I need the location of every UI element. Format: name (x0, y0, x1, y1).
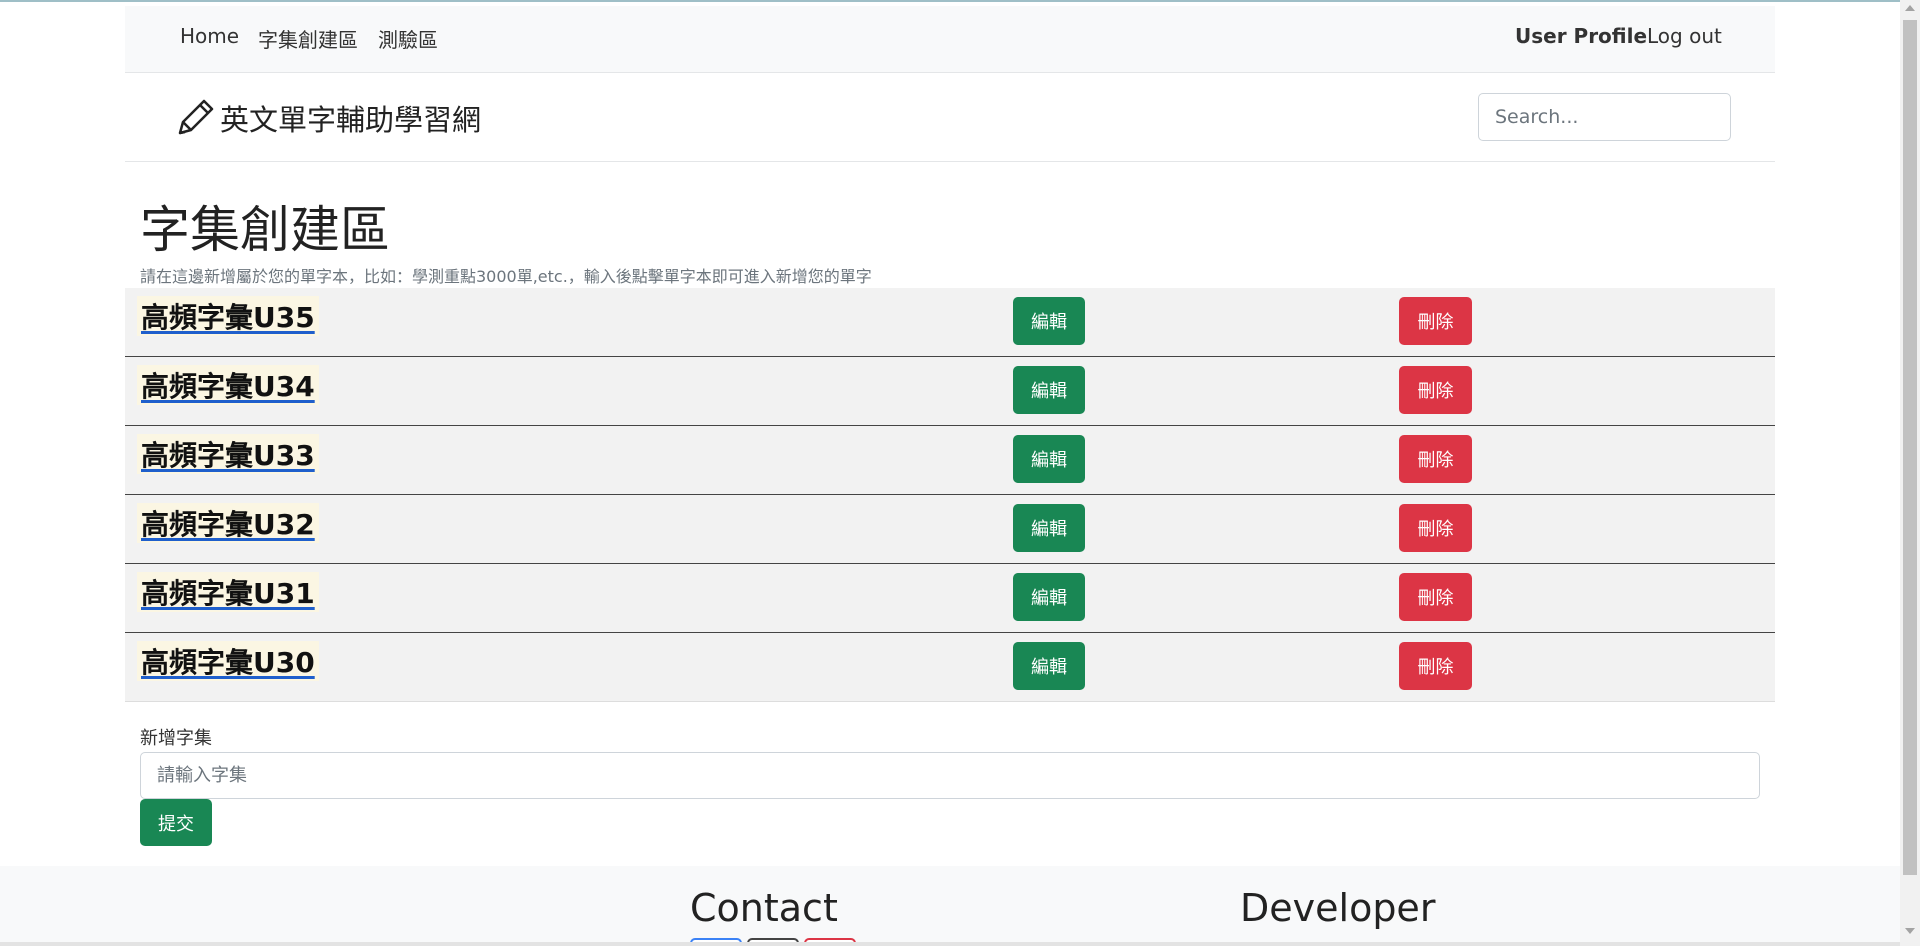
wordset-link[interactable]: 高頻字彙U34 (137, 365, 319, 405)
delete-button[interactable]: 刪除 (1399, 366, 1472, 414)
page-description: 請在這邊新增屬於您的單字本，比如：學測重點3000單,etc.，輸入後點擊單字本… (140, 267, 872, 286)
edit-button[interactable]: 編輯 (1013, 504, 1085, 552)
new-wordset-label: 新增字集 (140, 728, 212, 749)
delete-button[interactable]: 刪除 (1399, 504, 1472, 552)
wordset-link[interactable]: 高頻字彙U32 (137, 503, 319, 543)
wordset-row: 高頻字彙U34 編輯 刪除 (125, 357, 1775, 426)
edit-button[interactable]: 編輯 (1013, 435, 1085, 483)
top-navbar: Home 字集創建區 測驗區 User Profile Log out (125, 6, 1775, 73)
footer-contact-title: Contact (690, 886, 838, 930)
edit-button[interactable]: 編輯 (1013, 642, 1085, 690)
wordset-row: 高頻字彙U31 編輯 刪除 (125, 564, 1775, 633)
wordset-link[interactable]: 高頻字彙U33 (137, 434, 319, 474)
wordset-link[interactable]: 高頻字彙U31 (137, 572, 319, 612)
nav-home-link[interactable]: Home (180, 24, 239, 48)
wordset-link[interactable]: 高頻字彙U35 (137, 296, 319, 336)
edit-button[interactable]: 編輯 (1013, 297, 1085, 345)
scroll-down-arrow-icon[interactable] (1905, 928, 1915, 934)
footer-developer-title: Developer (1240, 886, 1436, 930)
wordset-list: 高頻字彙U35 編輯 刪除 高頻字彙U34 編輯 刪除 高頻字彙U33 編輯 刪… (125, 288, 1775, 702)
brand-header: 英文單字輔助學習網 (125, 73, 1775, 162)
delete-button[interactable]: 刪除 (1399, 435, 1472, 483)
delete-button[interactable]: 刪除 (1399, 642, 1472, 690)
footer: Contact Developer (0, 866, 1900, 946)
site-title[interactable]: 英文單字輔助學習網 (220, 97, 481, 139)
wordset-link[interactable]: 高頻字彙U30 (137, 641, 319, 681)
horizontal-scrollbar[interactable] (0, 942, 1900, 946)
wordset-row: 高頻字彙U35 編輯 刪除 (125, 288, 1775, 357)
search-input[interactable] (1478, 93, 1731, 141)
edit-button[interactable]: 編輯 (1013, 573, 1085, 621)
page-title: 字集創建區 (140, 201, 390, 259)
nav-user-profile-link[interactable]: User Profile (1515, 24, 1647, 48)
scroll-up-arrow-icon[interactable] (1905, 5, 1915, 11)
nav-quiz-link[interactable]: 測驗區 (378, 24, 438, 53)
edit-button[interactable]: 編輯 (1013, 366, 1085, 414)
nav-logout-link[interactable]: Log out (1647, 24, 1722, 48)
window-top-border (0, 0, 1920, 2)
pencil-icon (178, 99, 214, 135)
wordset-row: 高頻字彙U30 編輯 刪除 (125, 633, 1775, 702)
submit-button[interactable]: 提交 (140, 799, 212, 846)
scrollbar-thumb[interactable] (1903, 20, 1917, 875)
nav-wordset-create-link[interactable]: 字集創建區 (258, 24, 358, 53)
wordset-row: 高頻字彙U33 編輯 刪除 (125, 426, 1775, 495)
new-wordset-input[interactable] (140, 752, 1760, 799)
delete-button[interactable]: 刪除 (1399, 573, 1472, 621)
wordset-row: 高頻字彙U32 編輯 刪除 (125, 495, 1775, 564)
delete-button[interactable]: 刪除 (1399, 297, 1472, 345)
